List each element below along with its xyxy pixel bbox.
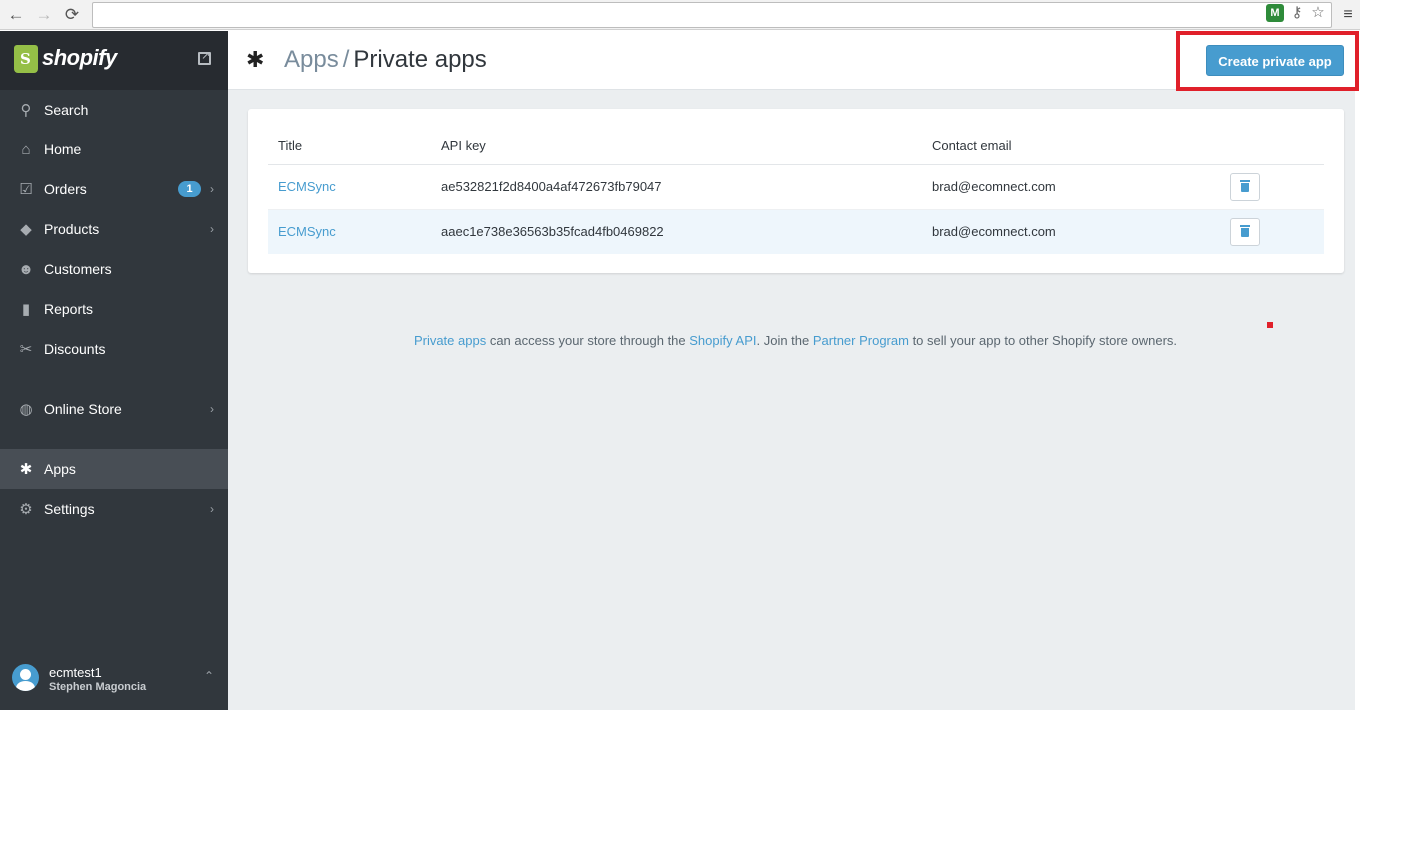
user-full-name: Stephen Magoncia: [49, 681, 147, 693]
forward-button[interactable]: →: [34, 5, 54, 25]
sidebar-item-search[interactable]: ⚲ Search: [0, 90, 228, 130]
user-menu[interactable]: ecmtest1 Stephen Magoncia ⌃: [0, 650, 228, 710]
footnote-text: to sell your app to other Shopify store …: [908, 333, 1178, 348]
breadcrumb-separator: /: [342, 46, 350, 73]
table-row: ECMSync aaec1e738e36563b35fcad4fb0469822…: [268, 209, 1324, 254]
sidebar-item-settings[interactable]: ⚙ Settings ›: [0, 489, 228, 529]
api-key-cell: ae532821f2d8400a4af472673fb79047: [431, 164, 922, 210]
orders-icon: ☑: [19, 181, 33, 198]
partner-program-link[interactable]: Partner Program: [813, 333, 909, 348]
orders-count-badge: 1: [178, 181, 201, 197]
contact-email-cell: brad@ecomnect.com: [922, 164, 1220, 210]
home-icon: ⌂: [21, 140, 31, 158]
app-title-link[interactable]: ECMSync: [278, 179, 336, 194]
address-bar[interactable]: [92, 2, 1332, 28]
puzzle-icon: ✱: [19, 461, 33, 478]
back-button[interactable]: ←: [6, 5, 26, 25]
trash-icon-body: [1241, 227, 1249, 237]
private-apps-link[interactable]: Private apps: [414, 333, 486, 348]
chevron-right-icon: ›: [210, 402, 214, 416]
sidebar-item-label: Apps: [44, 461, 76, 477]
user-store-name: ecmtest1: [49, 665, 102, 680]
search-icon: ⚲: [20, 102, 32, 119]
star-bookmark-icon[interactable]: ☆: [1309, 4, 1327, 22]
main-content: ✱ Apps / Private apps Create private app T…: [228, 31, 1359, 710]
column-header-api-key: API key: [431, 127, 922, 165]
table-row: ECMSync ae532821f2d8400a4af472673fb79047…: [268, 164, 1324, 210]
chevron-right-icon: ›: [210, 222, 214, 236]
api-key-cell: aaec1e738e36563b35fcad4fb0469822: [431, 209, 922, 254]
sidebar-item-products[interactable]: ◆ Products ›: [0, 209, 228, 249]
column-header-title: Title: [268, 127, 431, 165]
customers-icon: ☻: [18, 260, 34, 278]
private-apps-table: Title API key Contact email ECMSync ae53…: [268, 127, 1324, 254]
reload-button[interactable]: ⟳: [62, 5, 82, 25]
footnote-text: can access your store through the: [486, 333, 690, 348]
delete-button[interactable]: [1230, 172, 1260, 201]
sidebar-item-label: Online Store: [44, 401, 122, 417]
column-header-contact-email: Contact email: [922, 127, 1220, 165]
sidebar-item-home[interactable]: ⌂ Home: [0, 129, 228, 169]
open-store-icon[interactable]: [198, 49, 211, 65]
trash-icon: [1240, 179, 1250, 182]
shopify-logo-icon: [14, 45, 38, 73]
sidebar-item-label: Settings: [44, 501, 95, 517]
breadcrumb: Apps / Private apps: [284, 46, 487, 74]
delete-button[interactable]: [1230, 217, 1260, 246]
chevron-right-icon: ›: [210, 502, 214, 516]
sidebar-item-orders[interactable]: ☑ Orders 1 ›: [0, 169, 228, 209]
private-apps-footnote: Private apps can access your store throu…: [228, 333, 1363, 348]
sidebar-item-label: Home: [44, 141, 82, 157]
shield-extension-icon[interactable]: M: [1266, 4, 1284, 22]
sidebar-item-apps[interactable]: ✱ Apps: [0, 449, 228, 489]
avatar: [12, 664, 39, 691]
sidebar-item-customers[interactable]: ☻ Customers: [0, 249, 228, 289]
sidebar-item-label: Customers: [44, 261, 112, 277]
browser-toolbar: ← → ⟳ M ⚷ ☆ ≡: [0, 0, 1360, 30]
sidebar-item-label: Orders: [44, 181, 87, 197]
browser-menu-icon[interactable]: ≡: [1338, 5, 1358, 25]
shopify-api-link[interactable]: Shopify API: [689, 333, 756, 348]
column-header-actions: [1220, 127, 1324, 165]
footnote-text: . Join the: [756, 333, 813, 348]
key-icon[interactable]: ⚷: [1288, 4, 1306, 22]
sidebar-item-label: Reports: [44, 301, 94, 317]
sidebar-item-label: Discounts: [44, 341, 106, 357]
breadcrumb-apps-link[interactable]: Apps: [284, 46, 339, 73]
brand-header: shopify: [0, 31, 228, 90]
chevron-right-icon: ›: [210, 182, 214, 196]
trash-icon: [1240, 224, 1250, 227]
trash-icon-body: [1241, 182, 1249, 192]
gear-icon: ⚙: [19, 501, 33, 518]
contact-email-cell: brad@ecomnect.com: [922, 209, 1220, 254]
discount-icon: ✂: [19, 341, 33, 358]
bar-chart-icon: ▮: [21, 301, 31, 318]
sidebar-item-online-store[interactable]: ◍ Online Store ›: [0, 389, 228, 429]
brand-name: shopify: [42, 45, 117, 70]
globe-icon: ◍: [19, 401, 33, 418]
page-header: ✱ Apps / Private apps Create private app: [228, 31, 1359, 91]
chevron-up-icon: ⌃: [204, 669, 215, 683]
sidebar-item-label: Search: [44, 102, 89, 118]
sidebar-item-discounts[interactable]: ✂ Discounts: [0, 329, 228, 369]
sidebar-item-reports[interactable]: ▮ Reports: [0, 289, 228, 329]
tag-icon: ◆: [20, 221, 32, 238]
page-title: Private apps: [353, 46, 487, 73]
sidebar: shopify ⚲ Search ⌂ Home ☑ Orders 1 › ◆ P…: [0, 31, 228, 710]
create-private-app-button[interactable]: Create private app: [1206, 45, 1344, 76]
puzzle-icon: ✱: [246, 47, 265, 72]
app-title-link[interactable]: ECMSync: [278, 224, 336, 239]
sidebar-item-label: Products: [44, 221, 100, 237]
annotation-dot: [1267, 322, 1273, 328]
private-apps-card: Title API key Contact email ECMSync ae53…: [248, 109, 1344, 273]
